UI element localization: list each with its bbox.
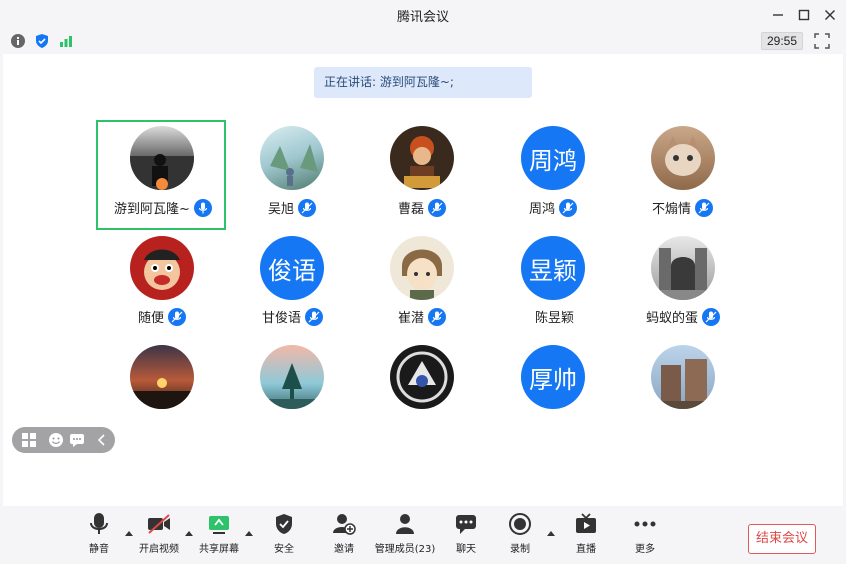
participant-name: 陈昱颖 [535,311,575,326]
gallery-layout-icon[interactable] [21,432,37,448]
participant-avatar [651,236,715,300]
record-button[interactable]: 录制 [507,510,533,560]
participant-name: 随便 [138,307,187,326]
members-button[interactable]: 管理成员(23) [375,510,435,560]
video-off-icon [145,510,173,538]
more-icon [631,510,659,538]
participant-avatar: 昱颖 [521,236,585,300]
mute-caret-icon[interactable] [124,529,134,537]
live-stream-icon [572,510,600,538]
participant-name: 不煽情 [652,198,714,217]
users-icon [391,510,419,538]
info-icon[interactable] [9,32,27,50]
emoji-icon[interactable] [48,432,64,448]
collapse-icon[interactable] [94,432,110,448]
mic-icon [695,198,714,217]
participant-avatar [130,236,194,300]
minimize-icon[interactable] [767,4,789,26]
maximize-icon[interactable] [793,4,815,26]
video-caret-icon[interactable] [184,529,194,537]
participant-avatar [260,345,324,409]
participant-avatar [651,345,715,409]
mic-icon [298,198,317,217]
live-button[interactable]: 直播 [573,510,599,560]
chat-button[interactable]: 聊天 [453,510,479,560]
barrage-icon[interactable] [69,432,85,448]
participant-name: 崔潜 [398,307,447,326]
window-title: 腾讯会议 [396,10,449,25]
participant-avatar: 周鸿 [521,126,585,190]
record-icon [506,510,534,538]
mic-icon [428,307,447,326]
participant-name: 甘俊语 [262,307,324,326]
add-user-icon [330,510,358,538]
mic-icon [702,307,721,326]
mic-icon [559,198,578,217]
mic-icon [428,198,447,217]
meeting-timer: 29:55 [761,32,803,50]
status-bar [0,30,846,54]
participant-avatar [130,126,194,190]
participant-avatar [390,236,454,300]
chat-icon [452,510,480,538]
shield-icon [270,510,298,538]
participant-avatar [390,126,454,190]
share-screen-button[interactable]: 共享屏幕 [199,510,239,560]
participant-avatar: 厚帅 [521,345,585,409]
participant-name: 蚂蚁的蛋 [646,307,721,326]
participant-avatar [390,345,454,409]
mic-icon [305,307,324,326]
invite-button[interactable]: 邀请 [331,510,357,560]
mic-icon [193,198,212,217]
participant-name: 游到阿瓦隆~ [114,198,212,217]
end-meeting-button[interactable]: 结束会议 [748,524,816,554]
mic-icon [85,510,113,538]
share-caret-icon[interactable] [244,529,254,537]
floating-toolbar [12,427,115,453]
mute-button[interactable]: 静音 [86,510,112,560]
participant-name: 曹磊 [398,198,447,217]
participant-avatar [130,345,194,409]
signal-icon[interactable] [57,32,75,50]
participant-name: 吴旭 [268,198,317,217]
more-button[interactable]: 更多 [632,510,658,560]
participant-avatar [651,126,715,190]
participant-name: 周鸿 [529,198,578,217]
shield-icon[interactable] [33,32,51,50]
speaking-indicator: 正在讲话: 游到阿瓦隆~; [314,67,532,98]
close-icon[interactable] [819,4,841,26]
share-screen-icon [205,510,233,538]
mic-icon [168,307,187,326]
video-button[interactable]: 开启视频 [139,510,179,560]
fullscreen-icon[interactable] [813,32,831,50]
record-caret-icon[interactable] [546,529,556,537]
participant-avatar: 俊语 [260,236,324,300]
security-button[interactable]: 安全 [271,510,297,560]
title-bar: 腾讯会议 [0,0,846,30]
participant-avatar [260,126,324,190]
